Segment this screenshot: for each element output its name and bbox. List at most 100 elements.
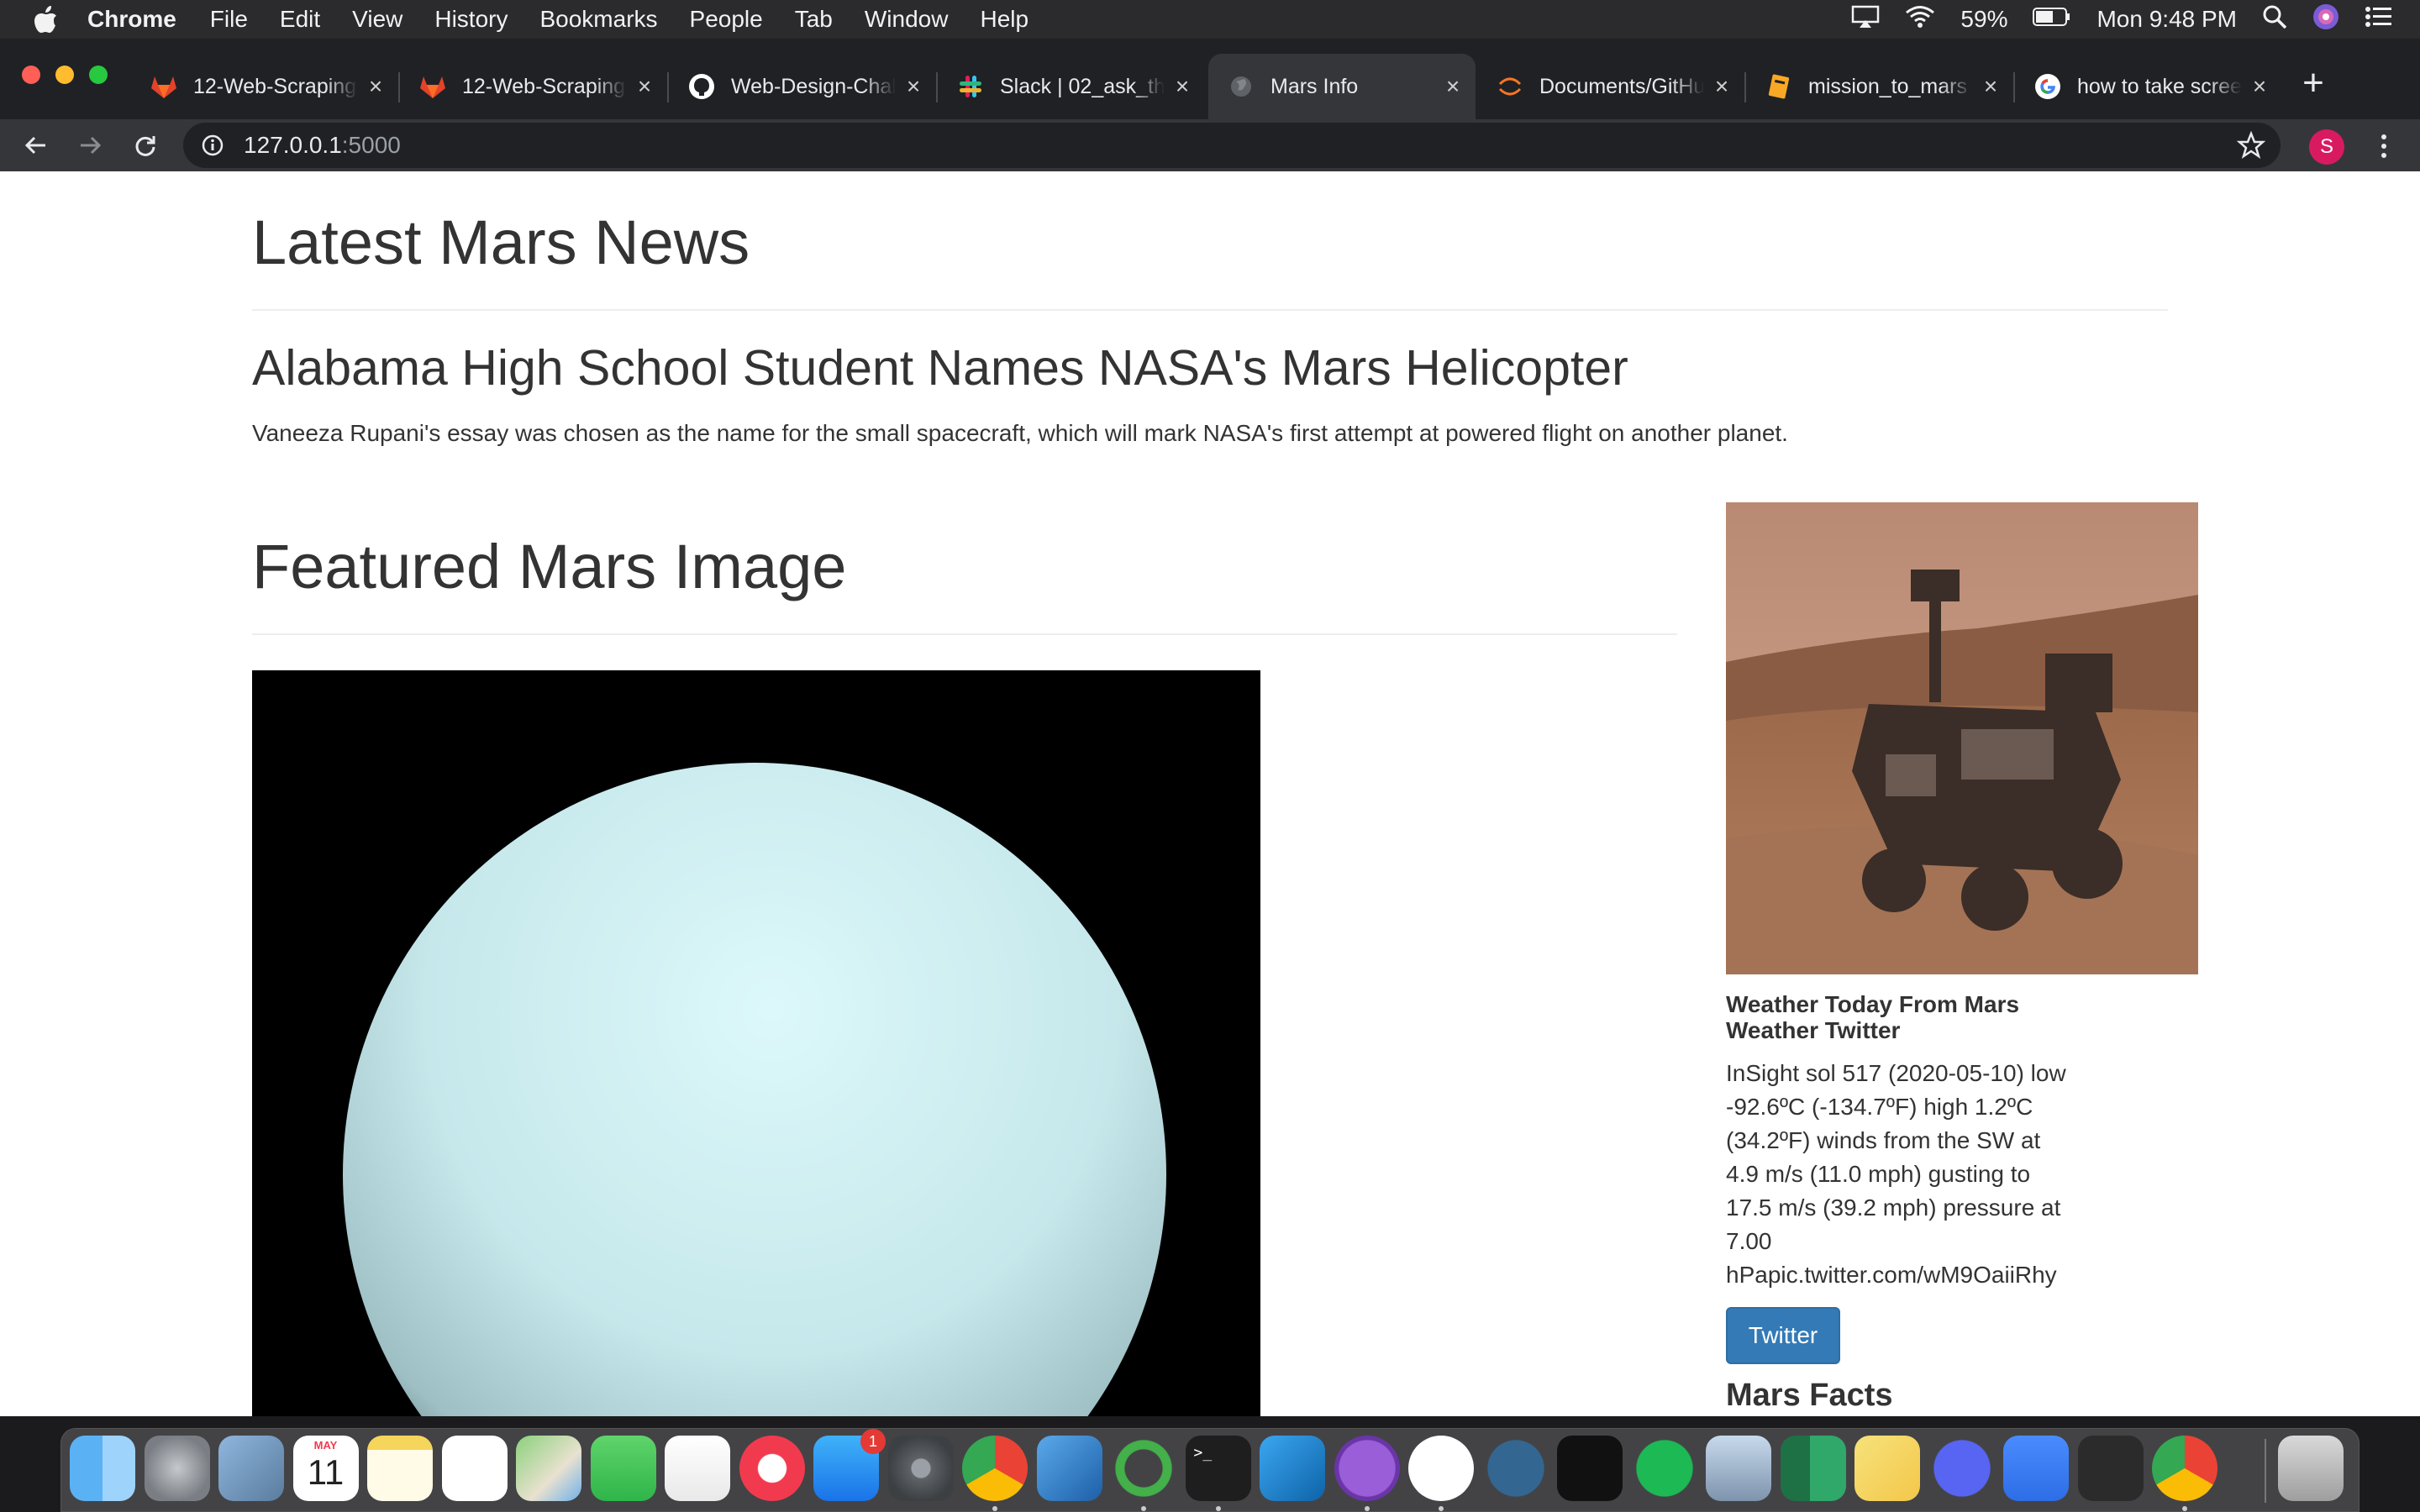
battery-icon[interactable] (2033, 6, 2071, 33)
window-zoom-button[interactable] (89, 66, 108, 84)
tab-google-search[interactable]: how to take scree × (2015, 54, 2282, 119)
tab-documents-github[interactable]: Documents/GitHub × (1477, 54, 1746, 119)
github-desktop-icon[interactable] (1334, 1436, 1400, 1501)
siri-icon[interactable] (2312, 3, 2339, 36)
window-minimize-button[interactable] (55, 66, 74, 84)
tab-close-icon[interactable]: × (1711, 75, 1733, 98)
google-icon (2033, 72, 2062, 101)
news-heading: Latest Mars News (252, 207, 750, 277)
preview-icon[interactable] (218, 1436, 284, 1501)
running-indicator (1215, 1506, 1221, 1511)
menu-window[interactable]: Window (865, 6, 949, 33)
menu-help[interactable]: Help (980, 6, 1028, 33)
apple-menu-icon[interactable] (34, 5, 64, 34)
tab-label: Slack | 02_ask_the (1000, 74, 1165, 98)
news-icon[interactable] (739, 1436, 805, 1501)
reload-button[interactable] (126, 126, 165, 165)
tab-close-icon[interactable]: × (1171, 75, 1193, 98)
mongodb-icon[interactable] (1408, 1436, 1474, 1501)
vscode-icon[interactable] (1260, 1436, 1325, 1501)
anaconda-icon[interactable] (1111, 1436, 1176, 1501)
globe-icon (1227, 72, 1255, 101)
menu-view[interactable]: View (352, 6, 402, 33)
numbers-icon[interactable] (665, 1436, 730, 1501)
browser-tab-strip: 12-Web-Scraping- × 12-Web-Scraping- × We… (0, 39, 2420, 119)
spotlight-search-icon[interactable] (2262, 4, 2287, 35)
new-tab-button[interactable]: + (2294, 64, 2333, 102)
tab-close-icon[interactable]: × (1980, 75, 2002, 98)
trash-icon[interactable] (2278, 1436, 2344, 1501)
chrome-icon[interactable] (2152, 1436, 2217, 1501)
maps-icon[interactable] (516, 1436, 581, 1501)
messages-icon[interactable] (590, 1436, 656, 1501)
web-page: Latest Mars News Alabama High School Stu… (0, 171, 2420, 1416)
wifi-icon[interactable] (1905, 5, 1935, 34)
site-info-icon[interactable] (198, 131, 227, 160)
tab-label: how to take scree (2077, 74, 2242, 98)
bookmark-star-icon[interactable] (2236, 130, 2266, 160)
back-button[interactable] (17, 126, 55, 165)
activity-monitor-icon[interactable] (2077, 1436, 2144, 1501)
postgres-icon[interactable] (1482, 1436, 1549, 1501)
terminal-icon[interactable]: >_ (1185, 1436, 1251, 1501)
launchpad-icon[interactable] (144, 1436, 210, 1501)
dock-separator (2265, 1439, 2266, 1503)
rover-image (1726, 502, 2198, 974)
discord-icon[interactable] (1928, 1436, 1995, 1501)
jupyter-icon (1496, 72, 1524, 101)
gitlab-icon (418, 72, 447, 101)
tab-close-icon[interactable]: × (2249, 75, 2270, 98)
xcode-icon[interactable] (1036, 1436, 1102, 1501)
zoom-icon[interactable] (2003, 1436, 2069, 1501)
chrome-menu-icon[interactable] (2370, 128, 2398, 165)
tab-close-icon[interactable]: × (365, 75, 387, 98)
window-close-button[interactable] (22, 66, 40, 84)
spotify-icon[interactable] (1631, 1436, 1697, 1501)
tab-slack[interactable]: Slack | 02_ask_the × (938, 54, 1205, 119)
stickies-icon[interactable] (1854, 1436, 1920, 1501)
tab-close-icon[interactable]: × (1442, 75, 1464, 98)
url-text[interactable]: 127.0.0.1:5000 (244, 132, 401, 159)
tab-web-design-challenge[interactable]: Web-Design-Chall × (669, 54, 938, 119)
running-indicator (1439, 1506, 1444, 1511)
tab-label: Web-Design-Chall (731, 74, 896, 98)
excel-icon[interactable] (1780, 1436, 1846, 1501)
featured-image-heading: Featured Mars Image (252, 532, 847, 601)
calendar-icon[interactable]: MAY 11 (292, 1436, 359, 1501)
menubar-clock[interactable]: Mon 9:48 PM (2096, 6, 2237, 33)
running-indicator (992, 1506, 997, 1511)
news-paragraph: Vaneeza Rupani's essay was chosen as the… (252, 420, 1788, 446)
menu-tab[interactable]: Tab (795, 6, 833, 33)
notes-icon[interactable] (367, 1436, 433, 1501)
forward-button[interactable] (71, 126, 109, 165)
apple-tv-icon[interactable] (1557, 1436, 1623, 1501)
tab-close-icon[interactable]: × (902, 75, 924, 98)
tab-label: 12-Web-Scraping- (193, 74, 358, 98)
finder-icon[interactable] (70, 1436, 135, 1501)
menu-bookmarks[interactable]: Bookmarks (539, 6, 657, 33)
browser-toolbar: 127.0.0.1:5000 S (0, 119, 2420, 171)
airplay-icon[interactable] (1851, 5, 1880, 34)
menu-app-name[interactable]: Chrome (87, 6, 176, 33)
twitter-button[interactable]: Twitter (1726, 1307, 1840, 1364)
system-preferences-icon[interactable] (887, 1436, 954, 1501)
address-bar[interactable]: 127.0.0.1:5000 (183, 123, 2281, 168)
image-capture-icon[interactable] (1706, 1436, 1771, 1501)
tab-close-icon[interactable]: × (634, 75, 655, 98)
profile-avatar[interactable]: S (2309, 129, 2344, 165)
desktop-background: MAY 11 1 >_ (0, 1416, 2420, 1512)
terminal-prompt: >_ (1193, 1444, 1213, 1462)
menu-people[interactable]: People (690, 6, 763, 33)
menu-edit[interactable]: Edit (280, 6, 320, 33)
reminders-icon[interactable] (441, 1436, 508, 1501)
tab-mission-to-mars[interactable]: mission_to_mars × (1746, 54, 2015, 119)
tab-web-scraping-2[interactable]: 12-Web-Scraping- × (400, 54, 669, 119)
chrome-icon[interactable] (962, 1436, 1028, 1501)
menu-history[interactable]: History (434, 6, 508, 33)
divider (252, 309, 2168, 311)
tab-mars-info[interactable]: Mars Info × (1208, 54, 1476, 119)
divider (252, 633, 1677, 635)
tab-web-scraping-1[interactable]: 12-Web-Scraping- × (131, 54, 400, 119)
notification-center-icon[interactable] (2365, 5, 2393, 34)
menu-file[interactable]: File (210, 6, 248, 33)
